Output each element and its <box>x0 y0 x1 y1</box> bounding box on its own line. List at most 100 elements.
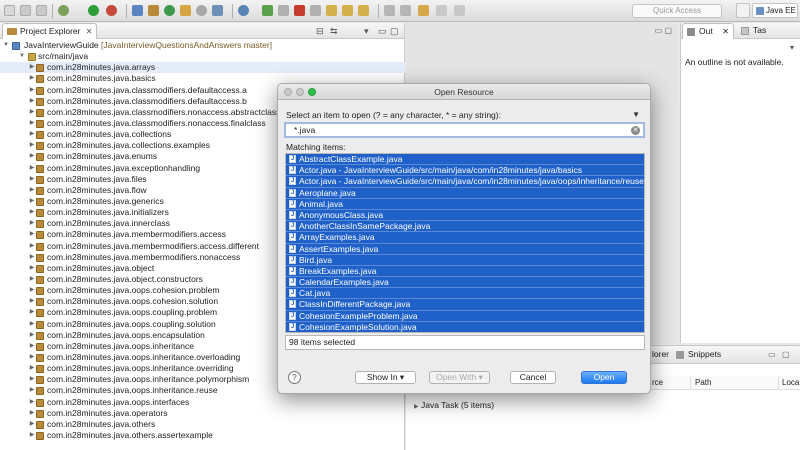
collapsed-chevron-icon[interactable]: ▶ <box>28 374 36 385</box>
resource-list-item[interactable]: AbstractClassExample.java <box>286 154 644 166</box>
collapsed-chevron-icon[interactable]: ▶ <box>28 330 36 341</box>
matching-items-list[interactable]: AbstractClassExample.javaActor.java - Ja… <box>285 153 645 333</box>
new-class-icon[interactable] <box>164 5 175 16</box>
resource-list-item[interactable]: Bird.java <box>286 254 644 266</box>
tree-package[interactable]: ▶ com.in28minutes.java.operators <box>0 408 405 419</box>
collapsed-chevron-icon[interactable]: ▶ <box>28 107 36 118</box>
java-ee-perspective-button[interactable]: Java EE <box>752 3 798 18</box>
close-icon[interactable]: ✕ <box>722 24 729 39</box>
debug-icon[interactable] <box>58 5 69 16</box>
collapsed-chevron-icon[interactable]: ▶ <box>28 174 36 185</box>
collapsed-chevron-icon[interactable]: ▶ <box>28 118 36 129</box>
collapsed-chevron-icon[interactable]: ▶ <box>28 352 36 363</box>
tree-project[interactable]: ▼ JavaInterviewGuide [JavaInterviewQuest… <box>0 40 405 51</box>
tab-tasks[interactable]: Tas <box>737 23 797 39</box>
minimize-icon[interactable]: ▭ <box>768 350 776 359</box>
collapsed-chevron-icon[interactable]: ▶ <box>28 129 36 140</box>
collapsed-chevron-icon[interactable]: ▶ <box>28 419 36 430</box>
tree-source-folder[interactable]: ▼ src/main/java <box>0 51 405 62</box>
collapsed-chevron-icon[interactable]: ▶ <box>28 140 36 151</box>
resource-list-item[interactable]: CohesionExampleProblem.java <box>286 310 644 322</box>
resource-list-item[interactable]: ArrayExamples.java <box>286 232 644 244</box>
expanded-chevron-icon[interactable]: ▼ <box>2 40 10 51</box>
maximize-icon[interactable]: ▢ <box>782 350 790 359</box>
run-icon[interactable] <box>88 5 99 16</box>
collapsed-chevron-icon[interactable]: ▶ <box>28 85 36 96</box>
save-all-icon[interactable] <box>36 5 47 16</box>
resource-list-item[interactable]: ClassInDifferentPackage.java <box>286 299 644 311</box>
collapsed-chevron-icon[interactable]: ▶ <box>28 408 36 419</box>
column-source[interactable]: rce <box>652 378 663 387</box>
resource-list-item[interactable]: Actor.java - JavaInterviewGuide/src/main… <box>286 176 644 188</box>
link-with-editor-icon[interactable]: ⇆ <box>330 26 338 36</box>
resource-filter-input[interactable]: *.java ✕ <box>285 123 644 137</box>
tab-outline[interactable]: Out ✕ <box>682 23 734 39</box>
collapsed-chevron-icon[interactable]: ▶ <box>414 404 419 410</box>
view-menu-icon[interactable]: ▾ <box>790 43 794 52</box>
close-icon[interactable]: ✕ <box>86 24 93 39</box>
tab-snippets[interactable]: Snippets <box>688 349 721 359</box>
terminate-icon[interactable] <box>294 5 305 16</box>
collapsed-chevron-icon[interactable]: ▶ <box>28 207 36 218</box>
resource-list-item[interactable]: CalendarExamples.java <box>286 277 644 289</box>
resource-list-item[interactable]: BreakExamples.java <box>286 265 644 278</box>
resource-list-item[interactable]: Cat.java <box>286 288 644 300</box>
back-icon[interactable] <box>436 5 447 16</box>
resume-icon[interactable] <box>262 5 273 16</box>
last-edit-icon[interactable] <box>418 5 429 16</box>
collapsed-chevron-icon[interactable]: ▶ <box>28 274 36 285</box>
resource-list-item[interactable]: Animal.java <box>286 198 644 210</box>
collapsed-chevron-icon[interactable]: ▶ <box>28 319 36 330</box>
save-icon[interactable] <box>20 5 31 16</box>
quick-access-field[interactable]: Quick Access <box>632 4 722 18</box>
collapse-all-icon[interactable]: ⊟ <box>316 26 324 36</box>
disconnect-icon[interactable] <box>310 5 321 16</box>
step-return-icon[interactable] <box>358 5 369 16</box>
collapsed-chevron-icon[interactable]: ▶ <box>28 341 36 352</box>
collapsed-chevron-icon[interactable]: ▶ <box>28 307 36 318</box>
resource-list-item[interactable]: AnotherClassInSamePackage.java <box>286 221 644 233</box>
collapsed-chevron-icon[interactable]: ▶ <box>28 263 36 274</box>
collapsed-chevron-icon[interactable]: ▶ <box>28 185 36 196</box>
open-type-icon[interactable] <box>180 5 191 16</box>
maximize-icon[interactable]: ▢ <box>390 26 399 36</box>
new-icon[interactable] <box>4 5 15 16</box>
open-with-button[interactable]: Open With ▾ <box>429 371 490 384</box>
search-icon[interactable] <box>196 5 207 16</box>
dialog-menu-icon[interactable]: ▼ <box>632 110 640 119</box>
collapsed-chevron-icon[interactable]: ▶ <box>28 196 36 207</box>
window-minimize-icon[interactable] <box>296 88 304 96</box>
new-java-project-icon[interactable] <box>132 5 143 16</box>
tree-package[interactable]: ▶ com.in28minutes.java.others <box>0 419 405 430</box>
globe-icon[interactable] <box>238 5 249 16</box>
resource-list-item[interactable]: Aeroplane.java <box>286 187 644 199</box>
column-divider[interactable] <box>690 376 691 390</box>
task-group-row[interactable]: ▶ Java Task (5 items) <box>414 400 494 410</box>
expanded-chevron-icon[interactable]: ▼ <box>18 51 26 62</box>
cancel-button[interactable]: Cancel <box>510 371 556 384</box>
show-in-button[interactable]: Show In ▾ <box>355 371 416 384</box>
new-package-icon[interactable] <box>148 5 159 16</box>
window-close-icon[interactable] <box>284 88 292 96</box>
collapsed-chevron-icon[interactable]: ▶ <box>28 385 36 396</box>
resource-list-item[interactable]: Actor.java - JavaInterviewGuide/src/main… <box>286 165 644 177</box>
minimize-icon[interactable]: ▭ <box>378 26 387 36</box>
editor-minmax-icon[interactable]: ▭ ▢ <box>655 26 672 35</box>
step-over-icon[interactable] <box>342 5 353 16</box>
collapsed-chevron-icon[interactable]: ▶ <box>28 285 36 296</box>
column-location[interactable]: Loca <box>782 378 799 387</box>
collapsed-chevron-icon[interactable]: ▶ <box>28 151 36 162</box>
clear-icon[interactable]: ✕ <box>631 126 640 135</box>
tree-package[interactable]: ▶ com.in28minutes.java.others.assertexamp… <box>0 430 405 441</box>
next-annotation-icon[interactable] <box>384 5 395 16</box>
column-path[interactable]: Path <box>695 378 711 387</box>
help-icon[interactable]: ? <box>288 371 301 384</box>
collapsed-chevron-icon[interactable]: ▶ <box>28 163 36 174</box>
step-into-icon[interactable] <box>326 5 337 16</box>
column-divider[interactable] <box>778 376 779 390</box>
window-zoom-icon[interactable] <box>308 88 316 96</box>
view-menu-icon[interactable]: ▾ <box>364 26 369 36</box>
tree-package[interactable]: ▶ com.in28minutes.java.oops.interfaces <box>0 397 405 408</box>
resource-list-item[interactable]: CohesionExampleSolution.java <box>286 321 644 332</box>
collapsed-chevron-icon[interactable]: ▶ <box>28 363 36 374</box>
